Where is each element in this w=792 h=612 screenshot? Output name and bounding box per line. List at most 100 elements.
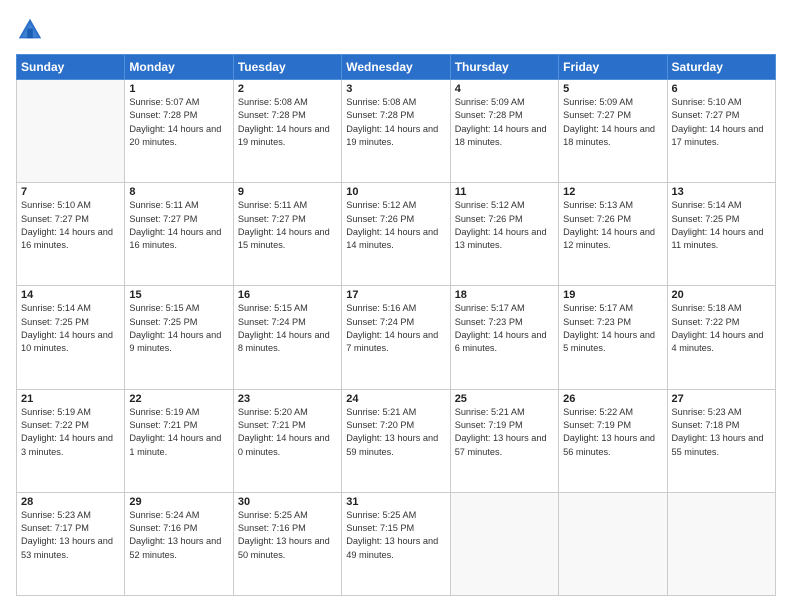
cell-content: Sunrise: 5:11 AMSunset: 7:27 PMDaylight:… <box>238 199 337 252</box>
sunrise-text: Sunrise: 5:11 AM <box>238 200 307 210</box>
sunset-text: Sunset: 7:28 PM <box>129 110 197 120</box>
sunrise-text: Sunrise: 5:22 AM <box>563 407 633 417</box>
cell-content: Sunrise: 5:09 AMSunset: 7:28 PMDaylight:… <box>455 96 554 149</box>
daylight-text: Daylight: 13 hours and 52 minutes. <box>129 536 221 559</box>
sunset-text: Sunset: 7:23 PM <box>455 317 523 327</box>
sunrise-text: Sunrise: 5:25 AM <box>238 510 308 520</box>
cell-content: Sunrise: 5:23 AMSunset: 7:17 PMDaylight:… <box>21 509 120 562</box>
calendar-cell: 17Sunrise: 5:16 AMSunset: 7:24 PMDayligh… <box>342 286 450 389</box>
daylight-text: Daylight: 14 hours and 4 minutes. <box>672 330 764 353</box>
daylight-text: Daylight: 14 hours and 0 minutes. <box>238 433 330 456</box>
daylight-text: Daylight: 14 hours and 14 minutes. <box>346 227 438 250</box>
day-number: 31 <box>346 496 445 508</box>
sunrise-text: Sunrise: 5:15 AM <box>129 303 199 313</box>
calendar-cell: 28Sunrise: 5:23 AMSunset: 7:17 PMDayligh… <box>17 492 125 595</box>
cell-content: Sunrise: 5:09 AMSunset: 7:27 PMDaylight:… <box>563 96 662 149</box>
sunrise-text: Sunrise: 5:23 AM <box>21 510 91 520</box>
sunrise-text: Sunrise: 5:12 AM <box>455 200 525 210</box>
sunrise-text: Sunrise: 5:23 AM <box>672 407 742 417</box>
calendar-day-header: Sunday <box>17 55 125 80</box>
calendar-week-row: 14Sunrise: 5:14 AMSunset: 7:25 PMDayligh… <box>17 286 776 389</box>
header <box>16 16 776 44</box>
cell-content: Sunrise: 5:10 AMSunset: 7:27 PMDaylight:… <box>21 199 120 252</box>
sunset-text: Sunset: 7:24 PM <box>346 317 414 327</box>
calendar-cell: 11Sunrise: 5:12 AMSunset: 7:26 PMDayligh… <box>450 183 558 286</box>
cell-content: Sunrise: 5:21 AMSunset: 7:19 PMDaylight:… <box>455 406 554 459</box>
cell-content: Sunrise: 5:16 AMSunset: 7:24 PMDaylight:… <box>346 302 445 355</box>
sunset-text: Sunset: 7:28 PM <box>238 110 306 120</box>
sunset-text: Sunset: 7:20 PM <box>346 420 414 430</box>
sunset-text: Sunset: 7:21 PM <box>129 420 197 430</box>
calendar-cell: 25Sunrise: 5:21 AMSunset: 7:19 PMDayligh… <box>450 389 558 492</box>
sunrise-text: Sunrise: 5:11 AM <box>129 200 198 210</box>
calendar-cell: 21Sunrise: 5:19 AMSunset: 7:22 PMDayligh… <box>17 389 125 492</box>
calendar-week-row: 1Sunrise: 5:07 AMSunset: 7:28 PMDaylight… <box>17 80 776 183</box>
calendar-cell: 30Sunrise: 5:25 AMSunset: 7:16 PMDayligh… <box>233 492 341 595</box>
sunrise-text: Sunrise: 5:21 AM <box>455 407 525 417</box>
day-number: 12 <box>563 186 662 198</box>
day-number: 8 <box>129 186 228 198</box>
daylight-text: Daylight: 14 hours and 7 minutes. <box>346 330 438 353</box>
calendar-day-header: Tuesday <box>233 55 341 80</box>
day-number: 9 <box>238 186 337 198</box>
sunset-text: Sunset: 7:27 PM <box>238 214 306 224</box>
sunset-text: Sunset: 7:18 PM <box>672 420 740 430</box>
daylight-text: Daylight: 14 hours and 1 minute. <box>129 433 221 456</box>
calendar-cell: 19Sunrise: 5:17 AMSunset: 7:23 PMDayligh… <box>559 286 667 389</box>
sunrise-text: Sunrise: 5:14 AM <box>21 303 91 313</box>
sunset-text: Sunset: 7:27 PM <box>129 214 197 224</box>
sunset-text: Sunset: 7:17 PM <box>21 523 89 533</box>
calendar-header-row: SundayMondayTuesdayWednesdayThursdayFrid… <box>17 55 776 80</box>
cell-content: Sunrise: 5:12 AMSunset: 7:26 PMDaylight:… <box>455 199 554 252</box>
sunrise-text: Sunrise: 5:20 AM <box>238 407 308 417</box>
cell-content: Sunrise: 5:12 AM Sunset: 7:26 PM Daylight:… <box>346 199 445 252</box>
day-number: 27 <box>672 393 771 405</box>
sunrise-text: Sunrise: 5:17 AM <box>455 303 525 313</box>
sunset-text: Sunset: 7:21 PM <box>238 420 306 430</box>
calendar-cell: 4Sunrise: 5:09 AMSunset: 7:28 PMDaylight… <box>450 80 558 183</box>
cell-content: Sunrise: 5:14 AMSunset: 7:25 PMDaylight:… <box>672 199 771 252</box>
daylight-text: Daylight: 14 hours and 12 minutes. <box>563 227 655 250</box>
cell-content: Sunrise: 5:11 AM Sunset: 7:27 PM Daylight:… <box>129 199 228 252</box>
calendar-week-row: 21Sunrise: 5:19 AMSunset: 7:22 PMDayligh… <box>17 389 776 492</box>
sunrise-text: Sunrise: 5:14 AM <box>672 200 742 210</box>
day-number: 1 <box>129 83 228 95</box>
cell-content: Sunrise: 5:08 AMSunset: 7:28 PMDaylight:… <box>238 96 337 149</box>
sunset-text: Sunset: 7:25 PM <box>672 214 740 224</box>
calendar-day-header: Friday <box>559 55 667 80</box>
calendar-cell: 6Sunrise: 5:10 AMSunset: 7:27 PMDaylight… <box>667 80 775 183</box>
cell-content: Sunrise: 5:18 AMSunset: 7:22 PMDaylight:… <box>672 302 771 355</box>
cell-content: Sunrise: 5:17 AMSunset: 7:23 PMDaylight:… <box>455 302 554 355</box>
sunrise-text: Sunrise: 5:09 AM <box>455 97 525 107</box>
sunset-text: Sunset: 7:26 PM <box>346 214 414 224</box>
day-number: 3 <box>346 83 445 95</box>
cell-content: Sunrise: 5:07 AMSunset: 7:28 PMDaylight:… <box>129 96 228 149</box>
daylight-text: Daylight: 13 hours and 56 minutes. <box>563 433 655 456</box>
calendar-cell: 7Sunrise: 5:10 AMSunset: 7:27 PMDaylight… <box>17 183 125 286</box>
sunset-text: Sunset: 7:16 PM <box>129 523 197 533</box>
daylight-text: Daylight: 13 hours and 49 minutes. <box>346 536 438 559</box>
day-number: 10 <box>346 186 445 198</box>
calendar-week-row: 28Sunrise: 5:23 AMSunset: 7:17 PMDayligh… <box>17 492 776 595</box>
sunset-text: Sunset: 7:15 PM <box>346 523 414 533</box>
daylight-text: Daylight: 14 hours and 5 minutes. <box>563 330 655 353</box>
sunrise-text: Sunrise: 5:08 AM <box>346 97 416 107</box>
sunrise-text: Sunrise: 5:21 AM <box>346 407 416 417</box>
sunset-text: Sunset: 7:16 PM <box>238 523 306 533</box>
day-number: 23 <box>238 393 337 405</box>
day-number: 20 <box>672 289 771 301</box>
day-number: 15 <box>129 289 228 301</box>
day-number: 18 <box>455 289 554 301</box>
sunset-text: Sunset: 7:19 PM <box>455 420 523 430</box>
calendar-cell: 12Sunrise: 5:13 AMSunset: 7:26 PMDayligh… <box>559 183 667 286</box>
day-number: 17 <box>346 289 445 301</box>
calendar-cell: 23 Sunrise: 5:20 AM Sunset: 7:21 PM Dayligh… <box>233 389 341 492</box>
daylight-text: Daylight: 14 hours and 18 minutes. <box>455 124 547 147</box>
day-number: 30 <box>238 496 337 508</box>
cell-content: Sunrise: 5:21 AMSunset: 7:20 PMDaylight:… <box>346 406 445 459</box>
daylight-text: Daylight: 14 hours and 16 minutes. <box>129 227 221 250</box>
day-number: 26 <box>563 393 662 405</box>
calendar-cell: 5Sunrise: 5:09 AMSunset: 7:27 PMDaylight… <box>559 80 667 183</box>
calendar-cell <box>450 492 558 595</box>
sunrise-text: Sunrise: 5:12 AM <box>346 200 416 210</box>
